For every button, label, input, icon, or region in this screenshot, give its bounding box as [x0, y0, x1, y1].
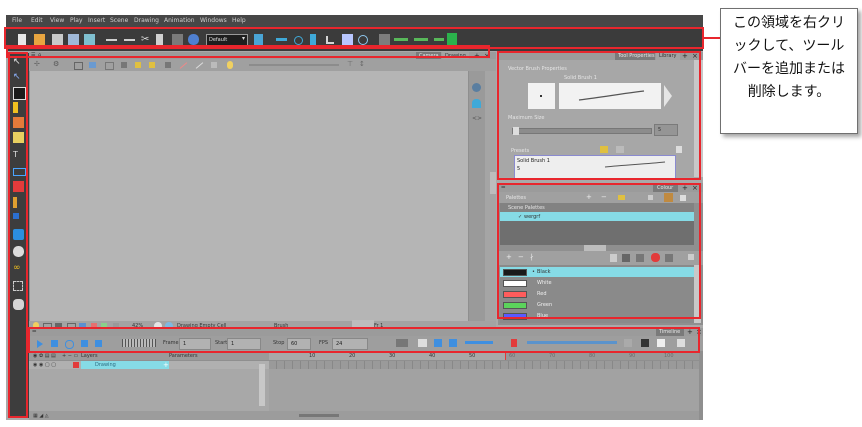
stroke-icon[interactable] — [195, 62, 204, 69]
menu-insert[interactable]: Insert — [88, 17, 105, 24]
frames-empty-area — [269, 369, 699, 411]
layer-row[interactable]: ◉ ◉ ▢ ▢ Drawing + — [29, 361, 269, 369]
menu-windows[interactable]: Windows — [200, 17, 227, 24]
collapse-handle-side[interactable] — [490, 172, 496, 194]
view-icon[interactable] — [472, 83, 481, 92]
timeline-footer-right — [269, 411, 699, 420]
lock-gold-icon[interactable] — [135, 62, 141, 68]
tool-properties-highlight — [497, 51, 701, 180]
layers-empty-area — [29, 369, 269, 411]
menu-scene[interactable]: Scene — [110, 17, 128, 24]
lock-icon[interactable] — [121, 62, 127, 68]
camera-panel: ☰ ⌂ Camera Drawing + × ✢ ⚙ ⊤ ↕ <> 42% Dr… — [29, 52, 496, 331]
arrows-icon[interactable]: <> — [472, 115, 482, 122]
menu-edit[interactable]: Edit — [31, 17, 43, 24]
menu-drawing[interactable]: Drawing — [134, 17, 159, 24]
pin-icon[interactable] — [165, 62, 171, 68]
menu-view[interactable]: View — [50, 17, 64, 24]
camera-canvas[interactable] — [30, 71, 468, 321]
menu-play[interactable]: Play — [70, 17, 83, 24]
expand-layer-icon[interactable]: + — [163, 361, 169, 369]
menu-animation[interactable]: Animation — [164, 17, 195, 24]
timeline-toolbar-highlight — [28, 327, 700, 353]
camera-side-strip: <> — [469, 71, 485, 321]
layer-visibility-icon[interactable]: ◉ ◉ ▢ ▢ — [33, 362, 56, 368]
ruler-tick: 10 — [309, 353, 316, 359]
lock-gold-2-icon[interactable] — [149, 62, 155, 68]
grid-icon[interactable] — [74, 62, 83, 70]
callout-box: この領域を右クリックして、ツールバーを追加または削除します。 — [720, 8, 858, 134]
smooth-icon[interactable] — [211, 62, 217, 68]
camera-icon[interactable] — [472, 99, 481, 108]
layer-color-icon — [73, 362, 79, 368]
parameters-column-label: Parameters — [169, 353, 198, 359]
menu-help[interactable]: Help — [232, 17, 246, 24]
timeline-footer-icons[interactable]: ▦ ◢ ◬ — [33, 413, 49, 419]
layers-scrollbar[interactable] — [259, 364, 265, 406]
layer-name: Drawing — [95, 362, 116, 368]
disabled-tools — [249, 64, 339, 66]
ruler-tick: 30 — [389, 353, 396, 359]
rectangle-icon[interactable] — [105, 62, 114, 70]
transform-icon[interactable]: ✢ — [34, 60, 40, 68]
gear-icon[interactable]: ⚙ — [53, 60, 59, 68]
ruler-tick: 50 — [469, 353, 476, 359]
frame-cells[interactable] — [269, 361, 699, 369]
tools-toolbar-highlight — [8, 52, 28, 418]
arrow-icon[interactable]: ↕ — [359, 60, 365, 68]
ruler-tick: 40 — [429, 353, 436, 359]
line-icon[interactable] — [179, 62, 188, 69]
timeline-footer-left: ▦ ◢ ◬ — [29, 411, 269, 420]
timeline-zoom-slider[interactable] — [299, 414, 339, 417]
collapse-handle-bottom[interactable] — [352, 320, 374, 327]
layer-name-cell[interactable]: Drawing — [81, 361, 169, 369]
ruler-tick: 20 — [349, 353, 356, 359]
add-layer-icon[interactable]: + − ▭ — [62, 353, 78, 359]
layer-toggles-icon[interactable]: ◉ ✿ ▤ ▤ — [33, 353, 56, 359]
callout-text: この領域を右クリックして、ツールバーを追加または削除します。 — [733, 15, 845, 100]
camera-tool-row: ✢ ⚙ ⊤ ↕ — [29, 59, 496, 71]
layers-column-label: Layers — [81, 353, 98, 359]
camera-toolbar-highlight — [6, 45, 490, 58]
colour-panel-highlight — [497, 183, 701, 319]
camera-scrollbar[interactable] — [485, 71, 496, 321]
lightbox-icon[interactable] — [89, 62, 96, 68]
bulb-icon[interactable] — [227, 61, 233, 69]
flip-icon[interactable]: ⊤ — [347, 60, 353, 68]
menu-file[interactable]: File — [12, 17, 22, 24]
